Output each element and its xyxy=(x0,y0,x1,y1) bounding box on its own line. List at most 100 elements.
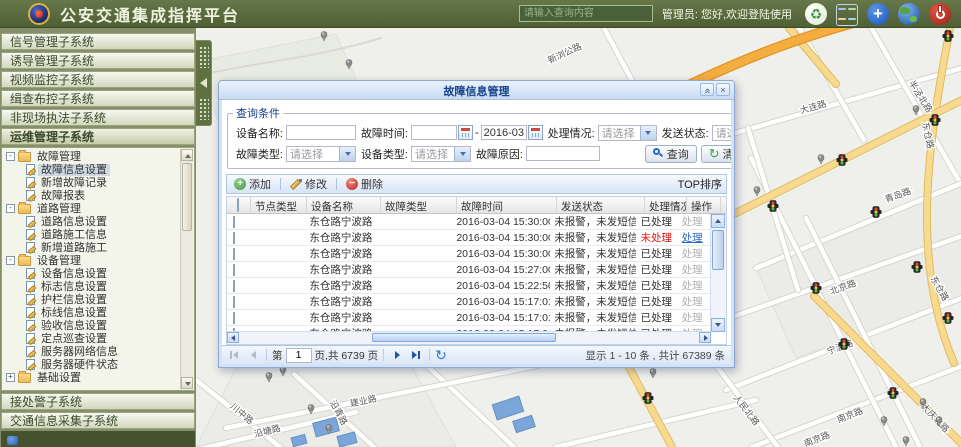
handle-link[interactable]: 处理 xyxy=(682,232,703,244)
refresh-icon[interactable]: ↻ xyxy=(435,348,447,362)
column-header[interactable]: 故障时间 xyxy=(457,197,557,213)
column-header[interactable]: 发送状态 xyxy=(557,197,645,213)
query-button[interactable]: 查询 xyxy=(645,145,697,163)
scroll-right-icon[interactable] xyxy=(699,332,711,343)
collapse-dialog-button[interactable]: « xyxy=(700,83,714,96)
fault-type-select[interactable]: 请选择 xyxy=(286,146,356,162)
column-header[interactable]: 处理情况 xyxy=(645,197,687,213)
top-sort-button[interactable]: TOP排序 xyxy=(678,176,722,192)
first-page-button[interactable] xyxy=(226,348,242,362)
checkbox[interactable] xyxy=(237,198,239,212)
checkbox[interactable] xyxy=(233,296,235,308)
map-panel-toggle[interactable] xyxy=(196,40,212,126)
add-button[interactable]: + 添加 xyxy=(231,175,274,193)
table-row[interactable]: 东仓路宁波路2016-03-04 15:17:01未报警，未发短信已处理处理 xyxy=(227,294,711,310)
scroll-left-icon[interactable] xyxy=(227,332,239,343)
add-window-icon[interactable]: + xyxy=(867,3,889,25)
table-row[interactable]: 东仓路宁波路2016-03-04 15:30:00未报警，未发短信已处理处理 xyxy=(227,214,711,230)
power-icon[interactable] xyxy=(929,3,951,25)
column-header[interactable]: 设备名称 xyxy=(307,197,381,213)
table-row[interactable]: 东仓路宁波路2016-03-04 15:17:01未报警，未发短信已处理处理 xyxy=(227,310,711,326)
tree-folder[interactable]: +基础设置 xyxy=(2,371,181,384)
fault-time-from-input[interactable] xyxy=(411,125,457,140)
tree-expander-icon[interactable]: - xyxy=(6,152,15,161)
sidebar-item[interactable]: 视频监控子系统 xyxy=(1,71,195,88)
checkbox[interactable] xyxy=(233,312,235,324)
tree-scrollbar[interactable] xyxy=(180,149,193,389)
checkbox[interactable] xyxy=(233,216,235,228)
tree-item[interactable]: 验收信息设置 xyxy=(2,319,181,332)
scroll-up-icon[interactable] xyxy=(181,149,193,161)
sidebar-item[interactable]: 诱导管理子系统 xyxy=(1,52,195,69)
close-dialog-button[interactable]: × xyxy=(716,83,730,96)
dialog-titlebar[interactable]: 故障信息管理 « × xyxy=(219,81,734,100)
sidebar-item[interactable]: 接处警子系统 xyxy=(1,393,195,410)
table-row[interactable]: 东仓路宁波路2016-03-04 15:22:50未报警，未发短信已处理处理 xyxy=(227,278,711,294)
tree-item[interactable]: 设备信息设置 xyxy=(2,267,181,280)
tree-folder[interactable]: -道路管理 xyxy=(2,202,181,215)
column-header[interactable]: 操作 xyxy=(687,197,721,213)
sidebar-item[interactable]: 非现场执法子系统 xyxy=(1,109,195,126)
delete-button[interactable]: − 删除 xyxy=(343,175,386,193)
page-number-input[interactable] xyxy=(286,348,312,363)
header-search-input[interactable] xyxy=(519,5,653,22)
prev-page-button[interactable] xyxy=(245,348,261,362)
scroll-up-icon[interactable] xyxy=(711,214,725,228)
next-page-button[interactable] xyxy=(389,348,405,362)
tree-item[interactable]: 故障信息设置 xyxy=(2,163,181,176)
tree-item[interactable]: 服务器硬件状态 xyxy=(2,358,181,371)
column-header[interactable]: 故障类型 xyxy=(381,197,457,213)
checkbox[interactable] xyxy=(233,232,235,244)
tree-item[interactable]: 道路施工信息 xyxy=(2,228,181,241)
apps-grid-icon[interactable] xyxy=(836,4,858,26)
tree-item[interactable]: 护栏信息设置 xyxy=(2,293,181,306)
handle-status-select[interactable]: 请选择 xyxy=(598,125,657,141)
sidebar-item[interactable]: 缉查布控子系统 xyxy=(1,90,195,107)
tree-item[interactable]: 服务器网络信息 xyxy=(2,345,181,358)
sidebar-item-operations-subsystem[interactable]: 运维管理子系统 xyxy=(1,128,195,145)
tree-item[interactable]: 标线信息设置 xyxy=(2,306,181,319)
send-status-select[interactable]: 请选择 xyxy=(712,125,734,141)
grid-horizontal-scrollbar[interactable] xyxy=(227,331,711,344)
table-row[interactable]: 东仓路宁波路2016-03-04 15:27:00未报警，未发短信已处理处理 xyxy=(227,262,711,278)
device-type-select[interactable]: 请选择 xyxy=(411,146,471,162)
column-header-checkbox[interactable] xyxy=(227,197,251,213)
grid-vertical-scrollbar[interactable] xyxy=(710,214,726,332)
fault-time-to-input[interactable] xyxy=(481,125,527,140)
sidebar-item[interactable]: 交通信息采集子系统 xyxy=(1,412,195,429)
tree-folder[interactable]: -故障管理 xyxy=(2,150,181,163)
table-row[interactable]: 东仓路宁波路2016-03-04 15:30:00未报警，未发短信未处理处理 xyxy=(227,230,711,246)
tree-expander-icon[interactable]: - xyxy=(6,256,15,265)
tree-item[interactable]: 定点巡查设置 xyxy=(2,332,181,345)
sidebar-item[interactable]: 信号管理子系统 xyxy=(1,33,195,50)
tree-item[interactable]: 故障报表 xyxy=(2,189,181,202)
checkbox[interactable] xyxy=(233,280,235,292)
column-header[interactable]: 节点类型 xyxy=(251,197,307,213)
tree-item[interactable]: 道路信息设置 xyxy=(2,215,181,228)
tree-folder[interactable]: -设备管理 xyxy=(2,254,181,267)
calendar-icon[interactable] xyxy=(528,125,543,140)
checkbox[interactable] xyxy=(233,248,235,260)
scroll-down-icon[interactable] xyxy=(711,318,725,332)
edit-button[interactable]: 修改 xyxy=(287,175,330,193)
scroll-down-icon[interactable] xyxy=(181,377,193,389)
operation-cell: 处理 xyxy=(678,230,711,245)
scrollbar-thumb[interactable] xyxy=(372,333,556,342)
operation-cell: 处理 xyxy=(678,214,711,229)
tree-item[interactable]: 新增故障记录 xyxy=(2,176,181,189)
table-row[interactable]: 东仓路宁波路2016-03-04 15:30:00未报警，未发短信已处理处理 xyxy=(227,246,711,262)
device-name-input[interactable] xyxy=(286,125,356,140)
scrollbar-thumb[interactable] xyxy=(182,163,192,231)
checkbox[interactable] xyxy=(233,264,235,276)
tree-expander-icon[interactable]: - xyxy=(6,204,15,213)
tree-item[interactable]: 新增道路施工 xyxy=(2,241,181,254)
last-page-button[interactable] xyxy=(408,348,424,362)
recycle-icon[interactable]: ♻ xyxy=(805,3,827,25)
fault-reason-input[interactable] xyxy=(526,146,600,161)
clear-button[interactable]: ↻ 清除 xyxy=(701,145,734,163)
globe-icon[interactable] xyxy=(898,3,920,25)
scrollbar-thumb[interactable] xyxy=(712,230,724,270)
tree-item[interactable]: 标志信息设置 xyxy=(2,280,181,293)
calendar-icon[interactable] xyxy=(458,125,473,140)
tree-expander-icon[interactable]: + xyxy=(6,373,15,382)
